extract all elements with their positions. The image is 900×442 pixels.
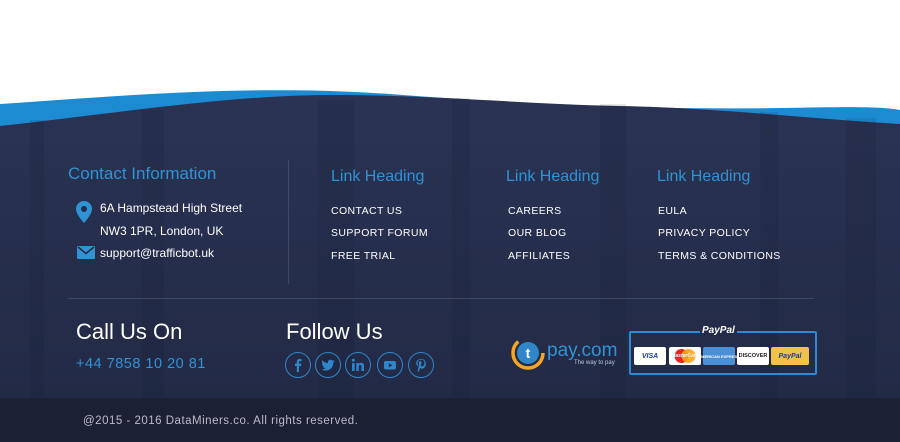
column-divider <box>288 160 289 284</box>
link-our-blog[interactable]: OUR BLOG <box>508 227 567 239</box>
tpay-letter: t <box>526 345 531 361</box>
call-us-heading: Call Us On <box>76 319 183 344</box>
row-divider <box>68 298 814 299</box>
link-contact-us[interactable]: CONTACT US <box>331 205 402 217</box>
paypal-title: PayPal <box>700 325 737 336</box>
contact-heading: Contact Information <box>68 164 217 183</box>
amex-card-icon: AMERICAN EXPRESS <box>698 347 740 365</box>
phone-number-link[interactable]: +44 7858 10 20 81 <box>76 356 206 372</box>
link-affiliates[interactable]: AFFILIATES <box>508 250 570 262</box>
youtube-icon[interactable] <box>377 352 403 378</box>
link-heading-2: Link Heading <box>506 168 600 185</box>
link-privacy-policy[interactable]: PRIVACY POLICY <box>658 227 750 239</box>
pinterest-icon[interactable] <box>408 352 434 378</box>
link-heading-3: Link Heading <box>657 168 751 185</box>
link-heading-1: Link Heading <box>331 168 425 185</box>
footer: Contact Information 6A Hampstead High St… <box>0 0 900 398</box>
mastercard-label: MasterCard <box>671 353 699 359</box>
link-terms-conditions[interactable]: TERMS & CONDITIONS <box>658 250 781 262</box>
support-email-link[interactable]: support@trafficbot.uk <box>100 246 214 260</box>
tpay-wordmark: pay.com <box>547 340 618 361</box>
facebook-icon[interactable] <box>285 352 311 378</box>
envelope-icon <box>77 246 95 259</box>
mastercard-icon: MasterCard <box>669 347 701 365</box>
follow-us-heading: Follow Us <box>286 319 383 344</box>
visa-card-icon: VISA <box>634 347 666 365</box>
address-line-1: 6A Hampstead High Street <box>100 201 243 215</box>
address-line-2: NW3 1PR, London, UK <box>100 224 224 238</box>
link-free-trial[interactable]: FREE TRIAL <box>331 250 396 262</box>
copyright-text: @2015 - 2016 DataMiners.co. All rights r… <box>83 415 359 427</box>
linkedin-icon[interactable] <box>345 352 371 378</box>
link-eula[interactable]: EULA <box>658 205 687 217</box>
paypal-card-icon: PayPal <box>771 347 809 365</box>
discover-card-icon: DISCOVER <box>737 347 769 365</box>
twitter-icon[interactable] <box>315 352 341 378</box>
link-support-forum[interactable]: SUPPORT FORUM <box>331 227 428 239</box>
link-careers[interactable]: CAREERS <box>508 205 562 217</box>
tpay-tagline: The way to pay <box>574 360 615 366</box>
map-pin-icon <box>76 201 92 223</box>
